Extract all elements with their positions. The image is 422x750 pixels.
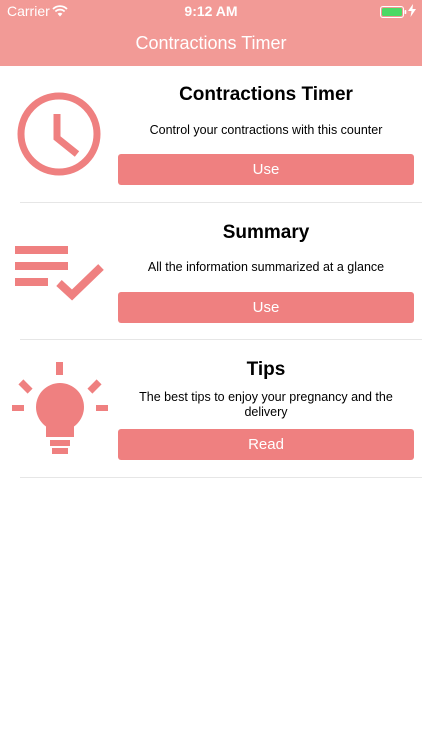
page-title: Contractions Timer (135, 33, 287, 53)
status-bar: Carrier 9:12 AM (0, 0, 422, 22)
feature-description: All the information summarized at a glan… (147, 260, 385, 274)
feature-title: Tips (246, 359, 286, 380)
charging-icon (408, 4, 416, 20)
feature-description: Control your contractions with this coun… (149, 123, 383, 137)
battery-icon (380, 5, 407, 21)
feature-title: Summary (222, 222, 310, 243)
status-time: 9:12 AM (184, 3, 238, 19)
use-timer-button[interactable]: Use (118, 154, 414, 185)
feature-card-summary: Summary All the information summarized a… (0, 203, 422, 340)
navigation-header: Carrier 9:12 AM Contractions Timer (0, 0, 422, 66)
lightbulb-icon (12, 362, 108, 461)
divider (20, 477, 422, 478)
clock-icon (15, 90, 103, 183)
checklist-icon (15, 243, 107, 314)
read-tips-button[interactable]: Read (118, 429, 414, 460)
use-summary-button[interactable]: Use (118, 292, 414, 323)
feature-card-tips: Tips The best tips to enjoy your pregnan… (0, 340, 422, 477)
feature-title: Contractions Timer (179, 84, 353, 105)
feature-card-timer: Contractions Timer Control your contract… (0, 66, 422, 203)
feature-description: The best tips to enjoy your pregnancy an… (139, 390, 393, 419)
